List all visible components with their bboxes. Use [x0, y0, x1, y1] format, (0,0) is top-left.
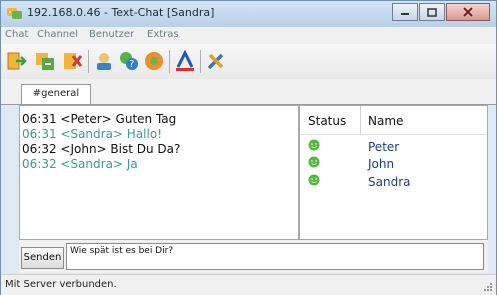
menu-bar: Chat Channel Benutzer Extras [1, 27, 496, 44]
chat-message: 06:32 <Sandra> Ja [22, 157, 138, 171]
leave-icon[interactable] [61, 50, 83, 72]
chat-message: 06:31 <Sandra> Hallo! [22, 127, 162, 141]
chat-message: 06:32 <John> Bist Du Da? [22, 142, 181, 156]
toolbar-separator [169, 50, 170, 73]
title-bar[interactable]: 192.168.0.46 - Text-Chat [Sandra] [1, 1, 496, 27]
users-icon[interactable] [93, 50, 115, 72]
tab-general[interactable]: #general [21, 84, 91, 105]
chat-window: 192.168.0.46 - Text-Chat [Sandra] Chat C… [0, 0, 497, 295]
online-status-icon [308, 156, 320, 168]
info-icon[interactable] [143, 50, 165, 72]
svg-text:?: ? [129, 59, 134, 70]
resize-grip-icon[interactable] [483, 282, 493, 292]
maximize-button[interactable] [419, 3, 445, 21]
settings-icon[interactable] [205, 50, 227, 72]
input-bar: Senden Wie spät ist es bei Dir? [19, 240, 488, 273]
user-list[interactable]: Status Name Peter John Sandra [299, 105, 488, 240]
user-list-item[interactable]: John [368, 157, 394, 171]
online-status-icon [308, 139, 320, 151]
maximize-icon [427, 7, 437, 17]
chat-log[interactable]: 06:31 <Peter> Guten Tag 06:31 <Sandra> H… [19, 105, 299, 240]
online-status-icon [308, 174, 320, 186]
help-icon[interactable]: ? [118, 50, 140, 72]
connect-icon[interactable] [5, 50, 27, 72]
menu-channel[interactable]: Channel [37, 29, 78, 40]
toolbar-separator [200, 50, 201, 73]
status-column-header[interactable]: Status [308, 114, 346, 128]
toolbar: ? [1, 44, 496, 79]
send-button[interactable]: Senden [21, 247, 64, 269]
app-icon [7, 8, 22, 19]
minimize-icon [401, 13, 409, 15]
window-title: 192.168.0.46 - Text-Chat [Sandra] [27, 6, 215, 19]
channel-tabs: #general [1, 79, 496, 105]
minimize-button[interactable] [392, 3, 418, 21]
close-icon [463, 7, 473, 17]
menu-benutzer[interactable]: Benutzer [89, 29, 134, 40]
window-controls [391, 3, 490, 23]
font-icon[interactable] [174, 50, 196, 72]
toolbar-separator [88, 50, 89, 73]
name-column-header[interactable]: Name [368, 114, 403, 128]
header-divider [300, 134, 487, 135]
channel-icon[interactable] [34, 50, 56, 72]
message-input[interactable]: Wie spät ist es bei Dir? [66, 243, 484, 270]
user-list-item[interactable]: Peter [368, 140, 399, 154]
menu-extras[interactable]: Extras [147, 29, 179, 40]
close-button[interactable] [446, 3, 490, 21]
chat-message: 06:31 <Peter> Guten Tag [22, 112, 177, 126]
menu-chat[interactable]: Chat [5, 29, 28, 40]
column-separator[interactable] [360, 106, 361, 134]
user-list-item[interactable]: Sandra [368, 175, 410, 189]
connection-status: Mit Server verbunden. [5, 279, 117, 290]
status-bar: Mit Server verbunden. [1, 274, 496, 295]
